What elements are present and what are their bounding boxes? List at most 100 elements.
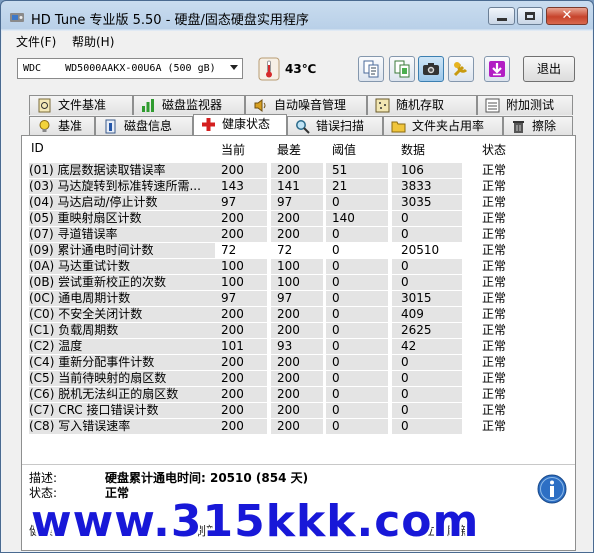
table-row[interactable]: (C2) 温度 101 93 0 42 正常 [27, 339, 577, 355]
col-header-threshold[interactable]: 阈值 [332, 141, 356, 158]
tab-random-access[interactable]: 随机存取 [367, 95, 477, 115]
table-row[interactable]: (C0) 不安全关闭计数 200 200 0 409 正常 [27, 307, 577, 323]
threshold-cell: 140 [332, 211, 355, 225]
table-row[interactable]: (09) 累计通电时间计数 72 72 0 20510 正常 [27, 243, 577, 259]
table-row[interactable]: (01) 底层数据读取错误率 200 200 51 106 正常 [27, 163, 577, 179]
table-row[interactable]: (C6) 脱机无法纠正的扇区数 200 200 0 0 正常 [27, 387, 577, 403]
tab-disk-info[interactable]: 磁盘信息 [95, 116, 193, 136]
tab-folder-usage[interactable]: 文件夹占用率 [383, 116, 503, 136]
status-cell: 正常 [482, 339, 507, 353]
col-header-id[interactable]: ID [31, 141, 44, 155]
tab-error-scan[interactable]: 错误扫描 [287, 116, 383, 136]
watermark-text: www.315kkk.com [31, 496, 480, 547]
worst-cell: 93 [277, 339, 293, 353]
col-header-worst[interactable]: 最差 [277, 141, 301, 158]
worst-cell: 200 [277, 227, 300, 241]
status-cell: 正常 [482, 291, 507, 305]
status-cell: 正常 [482, 211, 507, 225]
current-cell: 200 [221, 355, 244, 369]
tab-label: 文件夹占用率 [412, 119, 485, 133]
tab-file-benchmark[interactable]: 文件基准 [29, 95, 133, 115]
minimize-button[interactable] [488, 7, 515, 25]
save-icon [489, 61, 505, 77]
threshold-cell: 0 [332, 371, 340, 385]
bar-chart-icon [142, 99, 154, 112]
table-row[interactable]: (05) 重映射扇区计数 200 200 140 0 正常 [27, 211, 577, 227]
table-row[interactable]: (03) 马达旋转到标准转速所需... 143 141 21 3833 正常 [27, 179, 577, 195]
worst-cell: 100 [277, 275, 300, 289]
tab-label: 基准 [58, 119, 83, 133]
threshold-cell: 0 [332, 387, 340, 401]
tab-label: 磁盘信息 [124, 119, 173, 133]
table-row[interactable]: (C8) 写入错误速率 200 200 0 0 正常 [27, 419, 577, 435]
attribute-name-cell: (0C) 通电周期计数 [29, 291, 215, 306]
random-access-icon [375, 98, 390, 113]
menu-file[interactable]: 文件(F) [16, 33, 56, 50]
current-cell: 72 [221, 243, 237, 257]
threshold-cell: 0 [332, 259, 340, 273]
extra-tests-icon [485, 98, 500, 113]
threshold-cell: 51 [332, 163, 348, 177]
save-button[interactable] [484, 56, 510, 82]
data-cell: 409 [401, 307, 424, 321]
table-row[interactable]: (04) 马达启动/停止计数 97 97 0 3035 正常 [27, 195, 577, 211]
hdtune-app-icon [10, 13, 24, 22]
tab-erase[interactable]: 擦除 [503, 116, 573, 136]
worst-cell: 141 [277, 179, 300, 193]
table-row[interactable]: (C1) 负载周期数 200 200 0 2625 正常 [27, 323, 577, 339]
exit-button[interactable]: 退出 [523, 56, 575, 82]
maximize-button[interactable] [517, 7, 543, 25]
chevron-down-icon[interactable] [230, 65, 238, 70]
file-benchmark-icon [38, 98, 51, 113]
close-button[interactable]: ✕ [546, 7, 588, 25]
worst-cell: 200 [277, 355, 300, 369]
table-row[interactable]: (07) 寻道错误率 200 200 0 0 正常 [27, 227, 577, 243]
current-cell: 200 [221, 419, 244, 433]
table-row[interactable]: (0C) 通电周期计数 97 97 0 3015 正常 [27, 291, 577, 307]
title-bar[interactable]: HD Tune 专业版 5.50 - 硬盘/固态硬盘实用程序 ✕ [1, 1, 593, 31]
table-row[interactable]: (C7) CRC 接口错误计数 200 200 0 0 正常 [27, 403, 577, 419]
tab-label: 错误扫描 [316, 119, 365, 133]
table-row[interactable]: (C4) 重新分配事件计数 200 200 0 0 正常 [27, 355, 577, 371]
table-row[interactable]: (C5) 当前待映射的扇区数 200 200 0 0 正常 [27, 371, 577, 387]
tab-health[interactable]: 健康状态 [193, 114, 287, 136]
status-cell: 正常 [482, 163, 507, 177]
data-cell: 0 [401, 387, 409, 401]
status-cell: 正常 [482, 419, 507, 433]
attribute-name-cell: (C8) 写入错误速率 [29, 419, 215, 434]
data-cell: 2625 [401, 323, 432, 337]
tab-noise-management[interactable]: 自动噪音管理 [245, 95, 367, 115]
current-cell: 100 [221, 259, 244, 273]
screenshot-button[interactable] [418, 56, 444, 82]
threshold-cell: 0 [332, 339, 340, 353]
app-window: HD Tune 专业版 5.50 - 硬盘/固态硬盘实用程序 ✕ 文件(F) 帮… [0, 0, 594, 553]
thermometer-icon [258, 57, 280, 81]
threshold-cell: 0 [332, 243, 340, 257]
worst-cell: 200 [277, 307, 300, 321]
status-cell: 正常 [482, 403, 507, 417]
worst-cell: 97 [277, 195, 293, 209]
table-row[interactable]: (0B) 尝试重新校正的次数 100 100 0 0 正常 [27, 275, 577, 291]
current-cell: 200 [221, 371, 244, 385]
worst-cell: 200 [277, 323, 300, 337]
menu-help[interactable]: 帮助(H) [72, 33, 114, 50]
table-row[interactable]: (0A) 马达重试计数 100 100 0 0 正常 [27, 259, 577, 275]
close-icon: ✕ [561, 8, 573, 23]
col-header-current[interactable]: 当前 [221, 141, 245, 158]
tab-extra-tests[interactable]: 附加测试 [477, 95, 573, 115]
copy-screenshot-button[interactable] [389, 56, 415, 82]
data-cell: 106 [401, 163, 424, 177]
col-header-status[interactable]: 状态 [482, 141, 506, 158]
worst-cell: 97 [277, 291, 293, 305]
options-button[interactable] [448, 56, 474, 82]
tab-disk-monitor[interactable]: 磁盘监视器 [133, 95, 245, 115]
info-icon[interactable] [537, 474, 567, 504]
col-header-data[interactable]: 数据 [401, 141, 425, 158]
drive-select[interactable]: WDC WD5000AAKX-00U6A (500 gB) [17, 58, 243, 79]
tab-label: 附加测试 [506, 98, 555, 112]
attribute-name-cell: (C4) 重新分配事件计数 [29, 355, 215, 370]
window-title: HD Tune 专业版 5.50 - 硬盘/固态硬盘实用程序 [31, 13, 309, 28]
tab-benchmark[interactable]: 基准 [29, 116, 95, 136]
copy-text-button[interactable] [358, 56, 384, 82]
worst-cell: 200 [277, 371, 300, 385]
